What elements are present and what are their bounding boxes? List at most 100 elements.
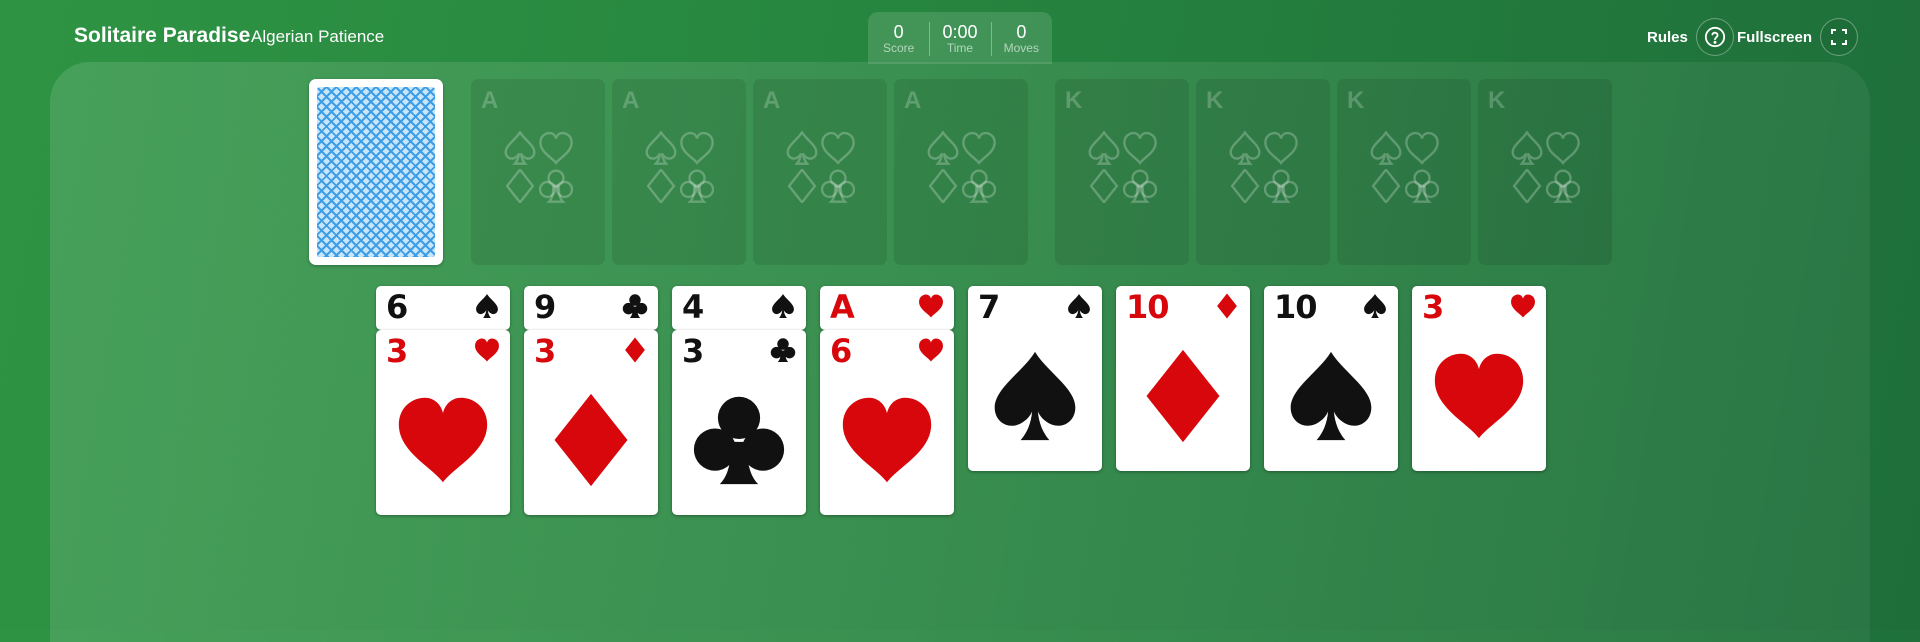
fullscreen-icon[interactable] [1820,18,1859,56]
foundation-rank: A [622,87,640,114]
hearts-icon [1546,131,1580,165]
card-rank: 6 [830,332,852,370]
foundation-slot[interactable]: K [1478,79,1612,265]
playing-card[interactable]: 4 [672,286,806,330]
foundation-slot[interactable]: K [1337,79,1471,265]
diamonds-icon [1369,169,1403,203]
header-bar: Solitaire Paradise Algerian Patience 0 S… [0,0,1920,64]
foundation-rank: K [1206,87,1224,114]
clubs-icon [821,169,855,203]
diamonds-icon [503,169,537,203]
spades-icon [1066,293,1092,319]
playing-card[interactable]: 10 [1116,286,1250,471]
card-suit-center [395,392,491,493]
hearts-icon [395,392,491,488]
card-suit-center [1283,348,1379,449]
hearts-icon [1123,131,1157,165]
card-suit-index [918,293,944,324]
hearts-icon [962,131,996,165]
spades-icon [1283,348,1379,444]
score-stat: 0 Score [868,12,929,64]
app-title[interactable]: Solitaire Paradise [74,24,250,48]
diamonds-icon [785,169,819,203]
card-rank: 10 [1274,288,1318,326]
fullscreen-label: Fullscreen [1737,28,1813,46]
spades-icon [1362,293,1388,319]
diamonds-icon [1228,169,1262,203]
spades-icon [785,131,819,165]
spades-icon [1510,131,1544,165]
score-value: 0 [893,22,904,42]
clubs-icon [1123,169,1157,203]
foundation-slot[interactable]: K [1196,79,1330,265]
clubs-icon [680,169,714,203]
spades-icon [926,131,960,165]
stock-pile[interactable] [309,79,443,265]
card-suit-index [770,337,796,368]
hearts-icon [539,131,573,165]
playing-card[interactable]: 6 [820,330,954,515]
hearts-icon [1405,131,1439,165]
card-rank: A [830,288,855,326]
card-suit-center [839,392,935,493]
playing-card[interactable]: 3 [524,330,658,515]
hearts-icon [918,337,944,363]
playing-card[interactable]: A [820,286,954,330]
card-suit-center [691,392,787,493]
playing-card[interactable]: 7 [968,286,1102,471]
clubs-icon [1264,169,1298,203]
clubs-icon [1405,169,1439,203]
spades-icon [987,348,1083,444]
card-suit-index [622,293,648,324]
foundation-slot[interactable]: A [612,79,746,265]
clubs-icon [1546,169,1580,203]
hearts-icon [474,337,500,363]
playing-card[interactable]: 3 [376,330,510,515]
clubs-icon [770,337,796,363]
time-label: Time [946,41,974,55]
clubs-icon [962,169,996,203]
playing-card[interactable]: 9 [524,286,658,330]
hearts-icon [821,131,855,165]
hearts-icon [839,392,935,488]
help-icon[interactable] [1695,18,1734,56]
card-rank: 6 [386,288,408,326]
hearts-icon [680,131,714,165]
spades-icon [1228,131,1262,165]
stats-panel: 0 Score 0:00 Time 0 Moves [868,12,1052,64]
card-suit-center [543,392,639,493]
diamonds-icon [1510,169,1544,203]
fullscreen-button[interactable]: Fullscreen [1737,18,1859,56]
card-suit-index [622,337,648,368]
moves-value: 0 [1016,22,1027,42]
diamonds-icon [644,169,678,203]
foundation-rank: K [1488,87,1506,114]
card-rank: 3 [386,332,408,370]
spades-icon [1369,131,1403,165]
foundation-rank: A [763,87,781,114]
clubs-icon [539,169,573,203]
foundation-slot[interactable]: A [471,79,605,265]
card-suit-index [1214,293,1240,324]
foundation-slot[interactable]: K [1055,79,1189,265]
playing-card[interactable]: 3 [672,330,806,515]
foundation-rank: K [1065,87,1083,114]
card-rank: 3 [1422,288,1444,326]
diamonds-icon [1087,169,1121,203]
foundation-slot[interactable]: A [753,79,887,265]
card-rank: 10 [1126,288,1170,326]
playing-card[interactable]: 3 [1412,286,1546,471]
hearts-icon [918,293,944,319]
playing-card[interactable]: 6 [376,286,510,330]
card-suit-index [1362,293,1388,324]
rules-button[interactable]: Rules [1647,18,1734,56]
diamonds-icon [622,337,648,363]
card-suit-index [918,337,944,368]
diamonds-icon [1135,348,1231,444]
card-suit-index [474,293,500,324]
card-suit-index [1066,293,1092,324]
card-suit-index [770,293,796,324]
foundation-slot[interactable]: A [894,79,1028,265]
playing-card[interactable]: 10 [1264,286,1398,471]
card-rank: 3 [534,332,556,370]
